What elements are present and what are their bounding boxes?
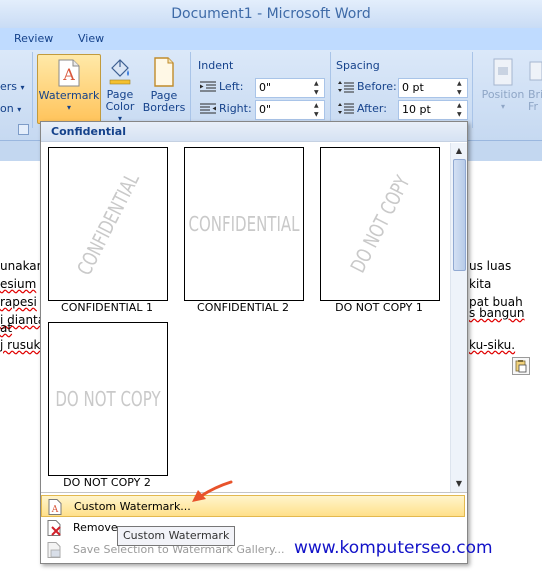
tooltip: Custom Watermark: [117, 526, 236, 546]
spinner-arrows-icon[interactable]: ▲ ▼: [314, 101, 322, 119]
indent-right-input[interactable]: 0" ▲ ▼: [255, 100, 325, 120]
watermark-gallery-dropdown: Confidential CONFIDENTIAL CONFIDENTIAL 1…: [40, 121, 468, 564]
page-borders-button[interactable]: Page Borders: [141, 54, 187, 122]
watermark-preview-text: CONFIDENTIAL: [188, 212, 300, 236]
watermark-thumb-do-not-copy-2[interactable]: DO NOT COPY: [48, 322, 168, 476]
position-icon: [493, 58, 513, 86]
window-title-bar: Document1 - Microsoft Word: [0, 0, 542, 28]
window-title: Document1 - Microsoft Word: [171, 6, 371, 22]
watermark-thumb-confidential-1[interactable]: CONFIDENTIAL: [48, 147, 168, 301]
spinner-arrows-icon[interactable]: ▲ ▼: [314, 79, 322, 97]
pointer-arrow-icon: [192, 480, 233, 502]
menu-separator: [41, 492, 467, 493]
group-separator: [330, 52, 331, 128]
watermark-preview-text: CONFIDENTIAL: [72, 169, 144, 279]
bring-to-front-button[interactable]: Bri Fr: [528, 54, 542, 122]
page-borders-icon: [154, 57, 174, 87]
thumb-label: DO NOT COPY 2: [63, 476, 151, 489]
tab-review[interactable]: Review: [14, 32, 53, 45]
document-text-line: kita: [469, 277, 492, 291]
watermark-thumb-do-not-copy-1[interactable]: DO NOT COPY: [320, 147, 440, 301]
document-text-line: us luas: [469, 259, 512, 273]
ribbon-tabs: Review View: [0, 28, 542, 50]
gallery-section-header: Confidential: [41, 122, 467, 142]
menu-item-label: Custom Watermark...: [74, 500, 191, 513]
watermark-button[interactable]: A Watermark ▾: [37, 54, 101, 124]
paint-bucket-icon: [109, 59, 131, 85]
spacing-before-icon: [338, 81, 354, 93]
document-text-line: unakan: [0, 259, 45, 273]
spinner-arrows-icon[interactable]: ▲ ▼: [457, 101, 465, 119]
page-color-label: Page Color: [105, 88, 135, 113]
spacing-after-input[interactable]: 10 pt ▲ ▼: [398, 100, 468, 120]
thumb-label: CONFIDENTIAL 2: [197, 301, 289, 314]
tab-view[interactable]: View: [78, 32, 104, 45]
watermark-icon: A: [58, 59, 80, 87]
position-button[interactable]: Position ▾: [478, 54, 528, 122]
document-text-line: j rusuk: [0, 338, 41, 352]
save-to-gallery-icon: [47, 542, 61, 558]
group-separator: [190, 52, 191, 128]
custom-watermark-icon: A: [48, 499, 62, 515]
spinner-arrows-icon[interactable]: ▲ ▼: [457, 79, 465, 97]
indent-left-icon: [200, 81, 216, 92]
dropdown-arrow-icon: ▾: [500, 102, 505, 111]
gallery-scrollbar[interactable]: ▲ ▼: [450, 143, 467, 492]
ribbon-clipped-item-2[interactable]: on ▾: [0, 102, 21, 115]
document-text-line: s bangun: [469, 306, 525, 320]
svg-text:A: A: [62, 65, 75, 84]
indent-right-icon: [200, 103, 216, 114]
menu-item-label: Remove: [73, 521, 118, 534]
custom-watermark-menu-item[interactable]: A Custom Watermark...: [41, 495, 465, 517]
ribbon-clipped-item-1[interactable]: ers ▾: [0, 80, 25, 93]
indent-group-title: Indent: [198, 59, 234, 72]
scroll-up-icon[interactable]: ▲: [451, 144, 467, 158]
spacing-before-input[interactable]: 0 pt ▲ ▼: [398, 78, 468, 98]
watermark-button-label: Watermark: [38, 89, 100, 102]
position-label: Position: [481, 88, 525, 101]
bring-to-front-icon: [529, 61, 542, 81]
spacing-group-title: Spacing: [336, 59, 380, 72]
group-separator: [472, 52, 473, 128]
dropdown-arrow-icon: ▾: [20, 83, 25, 92]
thumb-label: CONFIDENTIAL 1: [61, 301, 153, 314]
indent-right-label: Right:: [219, 102, 252, 115]
remove-watermark-menu-item[interactable]: Remove: [41, 517, 465, 539]
indent-left-label: Left:: [219, 80, 244, 93]
svg-text:A: A: [51, 505, 59, 515]
dropdown-arrow-icon: ▾: [17, 105, 22, 114]
spacing-before-label: Before:: [357, 80, 397, 93]
watermark-gallery: CONFIDENTIAL CONFIDENTIAL 1 CONFIDENTIAL…: [41, 143, 451, 492]
watermark-thumb-confidential-2[interactable]: CONFIDENTIAL: [184, 147, 304, 301]
scrollbar-thumb[interactable]: [453, 159, 466, 271]
spacing-after-label: After:: [357, 102, 387, 115]
document-text-line: esium: [0, 277, 37, 291]
page-color-button[interactable]: Page Color ▾: [101, 54, 139, 123]
site-url-overlay: www.komputerseo.com: [294, 538, 493, 558]
thumb-label: DO NOT COPY 1: [335, 301, 423, 314]
dropdown-arrow-icon: ▾: [66, 103, 71, 112]
remove-watermark-icon: [47, 520, 61, 536]
document-text-line: ku-siku.: [469, 338, 516, 352]
spacing-after-icon: [338, 103, 354, 114]
document-text-line: at: [0, 321, 13, 335]
indent-left-input[interactable]: 0" ▲ ▼: [255, 78, 325, 98]
dialog-launcher-icon[interactable]: [18, 124, 29, 135]
watermark-preview-text: DO NOT COPY: [55, 387, 161, 411]
watermark-preview-text: DO NOT COPY: [345, 171, 415, 277]
page-borders-label: Page Borders: [142, 89, 186, 114]
group-separator: [32, 52, 33, 128]
paste-options-icon[interactable]: [512, 357, 530, 375]
scroll-down-icon[interactable]: ▼: [451, 477, 467, 491]
